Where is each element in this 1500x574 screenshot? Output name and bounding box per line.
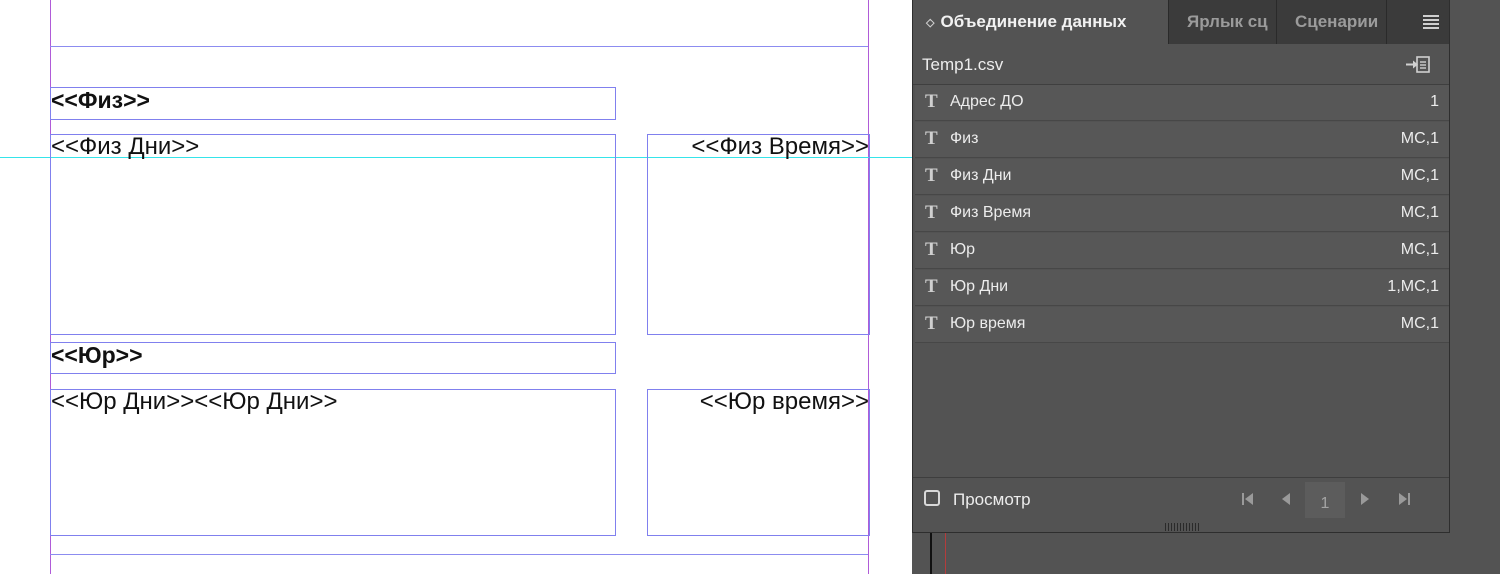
preview-checkbox[interactable] [924, 490, 940, 506]
text-field-icon: T [925, 276, 938, 297]
preview-label[interactable]: Просмотр [953, 490, 1031, 510]
field-row-fiz[interactable]: T Физ MC,1 [915, 122, 1449, 158]
collapse-toggle-icon[interactable]: ◇ [926, 1, 934, 44]
text-frame-fiz[interactable]: <<Физ>> [50, 87, 616, 120]
placeholder-yur-time: <<Юр время>> [699, 388, 869, 415]
field-occurrence: MC,1 [1400, 315, 1439, 332]
field-occurrence: MC,1 [1400, 130, 1439, 147]
text-field-icon: T [925, 202, 938, 223]
panel-tab-bar: ◇ Объединение данных Ярлык сц Сценарии [913, 0, 1449, 44]
text-field-icon: T [925, 313, 938, 334]
tab-scripts-text: Сценарии [1295, 12, 1379, 31]
pasteboard-edge [930, 533, 932, 574]
field-name: Адрес ДО [950, 93, 1024, 110]
field-name: Юр время [950, 315, 1026, 332]
field-row-yur-time[interactable]: T Юр время MC,1 [915, 307, 1449, 343]
tab-data-merge-label: Объединение данных [940, 12, 1127, 31]
field-occurrence: 1 [1430, 93, 1439, 110]
field-row-fiz-days[interactable]: T Физ Дни MC,1 [915, 159, 1449, 195]
placeholder-yur-days: <<Юр Дни>><<Юр Дни>> [51, 388, 338, 415]
field-occurrence: MC,1 [1400, 204, 1439, 221]
data-merge-panel: ◇ Объединение данных Ярлык сц Сценарии Te… [912, 0, 1450, 533]
placeholder-fiz: <<Физ>> [51, 87, 150, 113]
tab-script-label[interactable]: Ярлык сц [1169, 0, 1277, 44]
bleed-guide [945, 533, 946, 574]
margin-guide-top [50, 46, 868, 47]
placeholder-fiz-time: <<Физ Время>> [691, 133, 869, 160]
tab-script-label-text: Ярлык сц [1187, 12, 1268, 31]
text-field-icon: T [925, 165, 938, 186]
placeholder-fiz-days: <<Физ Дни>> [51, 133, 200, 160]
text-field-icon: T [925, 91, 938, 112]
tab-scripts[interactable]: Сценарии [1277, 0, 1387, 44]
margin-guide-bottom [50, 554, 868, 555]
field-row-yur-days[interactable]: T Юр Дни 1,MC,1 [915, 270, 1449, 306]
field-name: Юр [950, 241, 976, 258]
field-name: Физ Время [950, 204, 1032, 221]
field-name: Физ Дни [950, 167, 1012, 184]
placeholder-yur: <<Юр>> [51, 342, 143, 368]
field-name: Физ [950, 130, 979, 147]
field-row-yur[interactable]: T Юр MC,1 [915, 233, 1449, 269]
field-list: T Адрес ДО 1 T Физ MC,1 T Физ Дни MC,1 T… [915, 85, 1449, 344]
field-row-address[interactable]: T Адрес ДО 1 [915, 85, 1449, 121]
text-frame-fiz-days[interactable]: <<Физ Дни>> [50, 133, 616, 335]
text-field-icon: T [925, 239, 938, 260]
last-record-icon[interactable] [1395, 491, 1413, 507]
panel-footer: Просмотр 1 [913, 477, 1449, 522]
hamburger-menu-icon[interactable] [1423, 15, 1439, 29]
next-record-icon[interactable] [1356, 491, 1374, 507]
data-source-filename: Temp1.csv [922, 55, 1004, 74]
text-frame-yur-time[interactable]: <<Юр время>> [647, 388, 870, 536]
text-frame-yur[interactable]: <<Юр>> [50, 342, 616, 374]
data-source-row: Temp1.csv [913, 44, 1449, 85]
field-occurrence: 1,MC,1 [1387, 278, 1439, 295]
text-frame-yur-days[interactable]: <<Юр Дни>><<Юр Дни>> [50, 388, 616, 536]
record-number-field[interactable]: 1 [1305, 482, 1345, 518]
previous-record-icon[interactable] [1277, 491, 1295, 507]
document-canvas[interactable]: <<Физ>> <<Физ Дни>> <<Физ Время>> <<Юр>>… [0, 0, 912, 574]
field-row-fiz-time[interactable]: T Физ Время MC,1 [915, 196, 1449, 232]
panel-resize-grip[interactable] [1165, 523, 1199, 531]
text-field-icon: T [925, 128, 938, 149]
field-name: Юр Дни [950, 278, 1009, 295]
field-occurrence: MC,1 [1400, 167, 1439, 184]
tab-data-merge[interactable]: ◇ Объединение данных [913, 0, 1169, 44]
field-occurrence: MC,1 [1400, 241, 1439, 258]
text-frame-fiz-time[interactable]: <<Физ Время>> [647, 133, 870, 335]
import-data-icon[interactable] [1405, 54, 1433, 76]
first-record-icon[interactable] [1239, 491, 1257, 507]
